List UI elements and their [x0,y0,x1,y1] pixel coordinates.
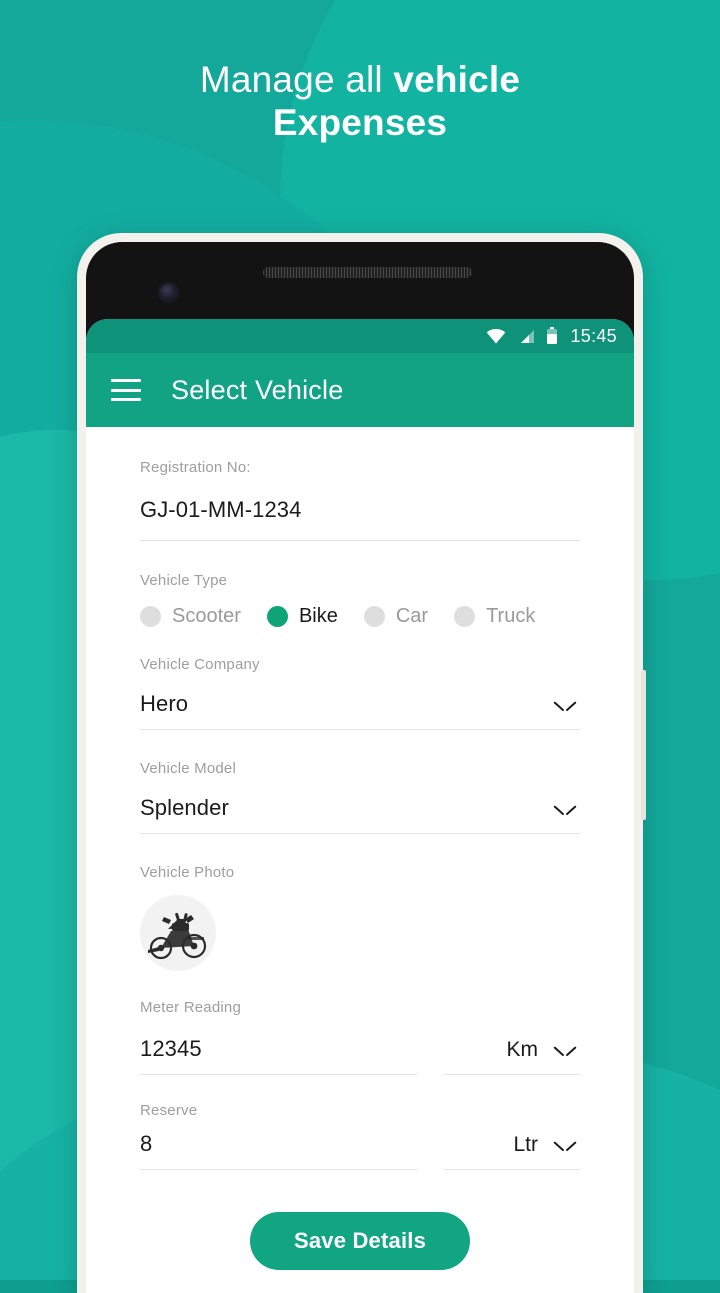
reserve-unit-underline [443,1169,580,1170]
vehicle-model-select[interactable]: Splender [140,777,580,833]
earpiece-speaker-icon [263,267,472,278]
registration-input[interactable]: GJ-01-MM-1234 [140,476,580,540]
reserve-unit-row: Ltr [444,1133,580,1169]
radio-label-bike: Bike [298,605,338,627]
vehicle-model-value: Splender [140,795,229,820]
registration-label: Registration No: [140,459,251,476]
app-screen: 15:45 Select Vehicle Registration No: GJ… [86,319,634,1293]
meter-reading-label: Meter Reading [140,999,241,1016]
meter-reading-input[interactable]: 12345 [140,1016,417,1074]
battery-icon [546,327,558,345]
vehicle-company-select[interactable]: Hero [140,673,580,729]
vehicle-form: Registration No: GJ-01-MM-1234 Vehicle T… [86,427,634,1293]
page-title: Select Vehicle [171,374,344,405]
status-bar-time: 15:45 [570,325,617,346]
vehicle-company-value: Hero [140,691,189,716]
vehicle-company-field: Vehicle Company Hero [140,628,580,730]
reserve-unit-select[interactable]: Ltr [443,1133,580,1170]
vehicle-model-field: Vehicle Model Splender [140,730,580,834]
radio-option-truck[interactable]: Truck [454,605,535,628]
radio-option-scooter[interactable]: Scooter [140,605,241,628]
headline-bold-expenses: Expenses [272,102,448,143]
save-button-container: Save Details [140,1170,580,1270]
vehicle-type-label: Vehicle Type [140,572,228,589]
menu-icon-bar [111,379,141,382]
chevron-down-icon [554,700,576,713]
vehicle-photo-field: Vehicle Photo [140,834,580,971]
vehicle-photo-thumbnail[interactable] [140,895,216,971]
promo-headline: Manage all vehicle Expenses [0,58,720,144]
radio-option-car[interactable]: Car [363,605,429,628]
hamburger-menu-icon[interactable] [111,379,141,401]
registration-field: Registration No: GJ-01-MM-1234 [140,427,580,541]
signal-icon [517,329,535,344]
radio-label-scooter: Scooter [172,605,241,627]
meter-unit-select[interactable]: Km [443,1038,580,1075]
radio-dot-car [363,606,385,627]
reserve-input[interactable]: 8 [140,1119,417,1169]
meter-reading-left: Meter Reading 12345 [140,971,418,1075]
motorcycle-icon [148,912,207,960]
reserve-left: Reserve 8 [140,1075,418,1170]
radio-option-bike[interactable]: Bike [266,605,338,628]
headline-bold-vehicle: vehicle [393,59,521,100]
radio-dot-bike [266,606,288,627]
status-bar: 15:45 [86,319,634,353]
reserve-label: Reserve [140,1102,198,1119]
reserve-field: Reserve 8 Ltr [140,1075,580,1170]
radio-label-car: Car [395,605,429,627]
vehicle-photo-label: Vehicle Photo [140,864,235,881]
reserve-underline [140,1169,418,1170]
chevron-down-icon [554,1140,576,1153]
save-details-button[interactable]: Save Details [249,1212,471,1270]
vehicle-model-label: Vehicle Model [140,760,236,777]
vehicle-type-radio-group: Scooter Bike Car Truck [140,589,580,628]
meter-reading-field: Meter Reading 12345 Km [140,971,580,1075]
meter-unit-value: Km [506,1038,539,1061]
radio-label-truck: Truck [486,605,536,627]
phone-bezel: 15:45 Select Vehicle Registration No: GJ… [86,242,634,1293]
phone-side-button[interactable] [641,670,646,820]
radio-dot-scooter [140,606,161,627]
chevron-down-icon [554,1045,576,1058]
headline-light-text: Manage all [199,59,394,100]
chevron-down-icon [554,804,576,817]
radio-dot-truck [454,606,476,627]
front-camera-icon [160,284,177,301]
app-bar: Select Vehicle [86,353,634,427]
menu-icon-bar [111,398,141,401]
vehicle-type-field: Vehicle Type Scooter Bike Car Truck [140,541,580,628]
menu-icon-bar [111,388,141,392]
wifi-icon [486,328,506,344]
meter-unit-row: Km [444,1038,580,1074]
reserve-unit-value: Ltr [513,1133,538,1156]
phone-mockup: 15:45 Select Vehicle Registration No: GJ… [77,233,646,1293]
vehicle-company-label: Vehicle Company [140,656,260,673]
